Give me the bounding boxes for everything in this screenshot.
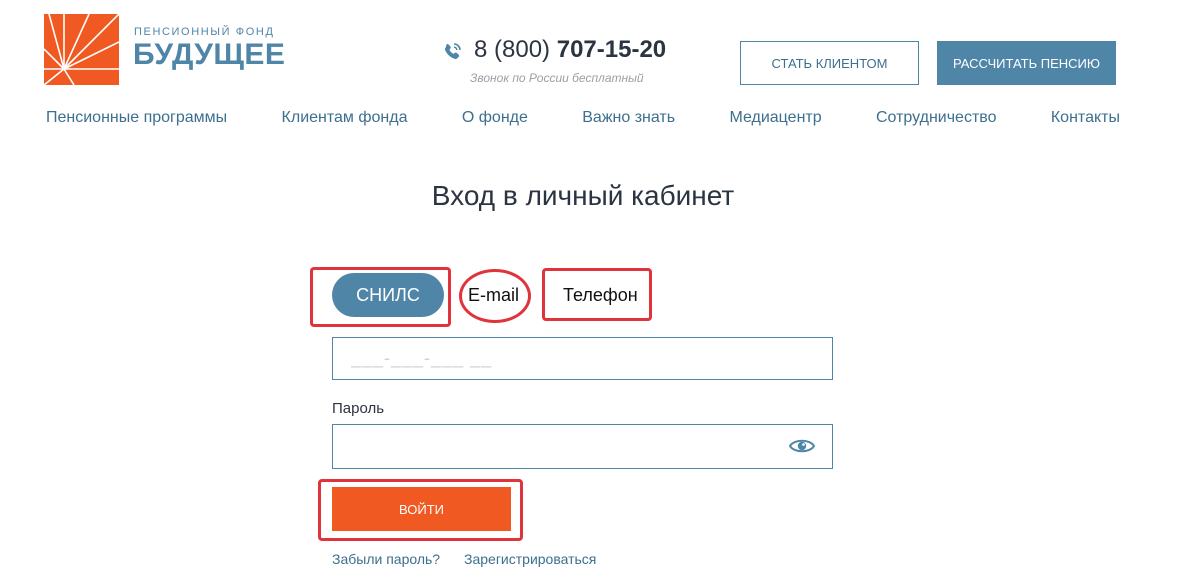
phone-icon bbox=[445, 43, 461, 59]
tab-snils[interactable]: СНИЛС bbox=[332, 273, 444, 317]
password-input[interactable] bbox=[332, 424, 833, 469]
nav-item-cooperation[interactable]: Сотрудничество bbox=[876, 109, 997, 127]
brand-subtitle: ПЕНСИОННЫЙ ФОНД bbox=[134, 26, 275, 38]
page-title: Вход в личный кабинет bbox=[431, 180, 735, 211]
register-link[interactable]: Зарегистрироваться bbox=[464, 551, 596, 567]
login-button[interactable]: ВОЙТИ bbox=[332, 487, 511, 531]
phone-note: Звонок по России бесплатный bbox=[470, 71, 644, 85]
become-client-button[interactable]: СТАТЬ КЛИЕНТОМ bbox=[740, 41, 919, 85]
brand-title: БУДУЩЕЕ bbox=[133, 38, 286, 71]
phone-number[interactable]: 8 (800) 707-15-20 bbox=[474, 36, 667, 63]
logo[interactable] bbox=[44, 14, 119, 85]
password-label: Пароль bbox=[332, 400, 385, 417]
nav-item-about[interactable]: О фонде bbox=[462, 109, 528, 127]
nav-item-important[interactable]: Важно знать bbox=[582, 109, 675, 127]
snils-input[interactable] bbox=[332, 337, 833, 380]
phone-prefix: 8 (800) bbox=[474, 36, 557, 63]
nav-item-media[interactable]: Медиацентр bbox=[729, 109, 821, 127]
tab-email[interactable]: E-mail bbox=[468, 285, 519, 306]
eye-icon[interactable] bbox=[788, 436, 816, 456]
nav-item-clients[interactable]: Клиентам фонда bbox=[282, 109, 408, 127]
calculate-pension-button[interactable]: РАССЧИТАТЬ ПЕНСИЮ bbox=[937, 41, 1116, 85]
nav-item-contacts[interactable]: Контакты bbox=[1051, 109, 1120, 127]
tab-phone[interactable]: Телефон bbox=[563, 285, 638, 306]
forgot-password-link[interactable]: Забыли пароль? bbox=[332, 551, 440, 567]
main-nav: Пенсионные программы Клиентам фонда О фо… bbox=[46, 109, 1120, 127]
nav-item-pension-programs[interactable]: Пенсионные программы bbox=[46, 109, 227, 127]
phone-main: 707-15-20 bbox=[556, 36, 667, 63]
